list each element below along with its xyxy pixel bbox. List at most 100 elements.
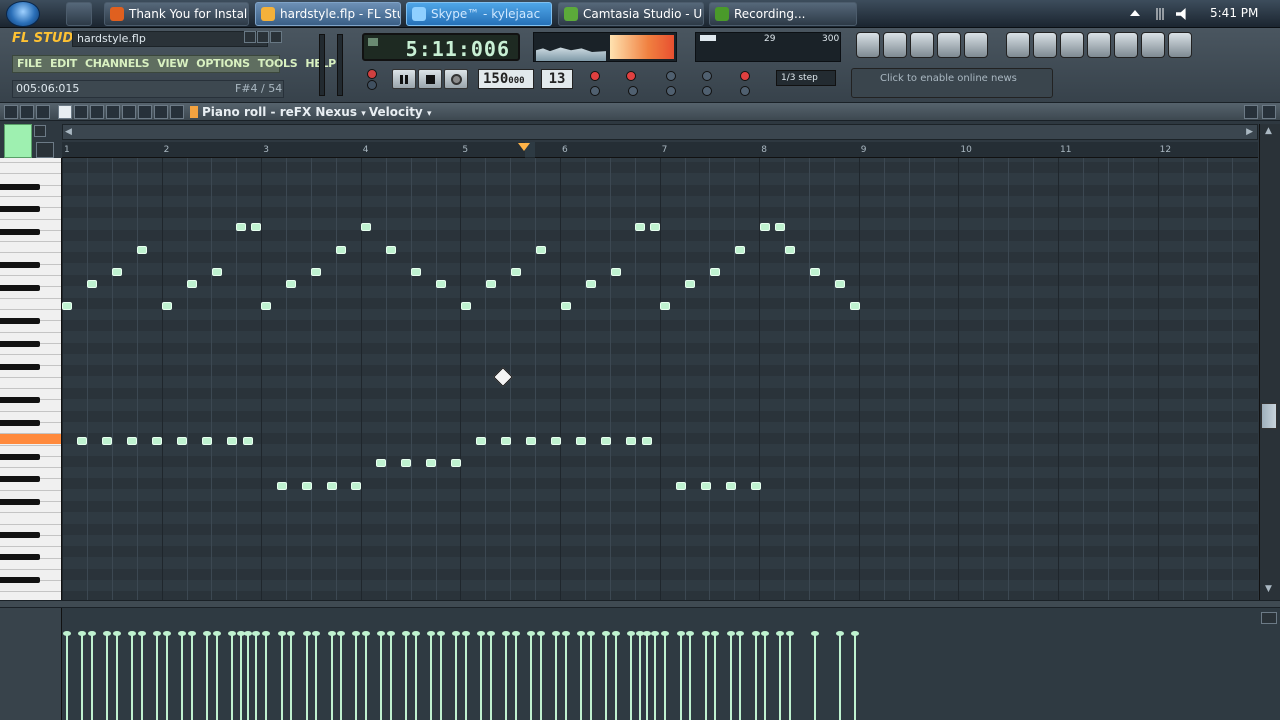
note[interactable] (102, 437, 112, 445)
start-button[interactable] (6, 1, 40, 27)
velocity-handle[interactable] (262, 631, 270, 636)
velocity-bar[interactable] (331, 634, 333, 720)
playback-icon[interactable] (170, 105, 184, 119)
velocity-handle[interactable] (328, 631, 336, 636)
velocity-bar[interactable] (91, 634, 93, 720)
note[interactable] (376, 459, 386, 467)
velocity-bar[interactable] (664, 634, 666, 720)
velocity-bar[interactable] (515, 634, 517, 720)
velocity-bar[interactable] (231, 634, 233, 720)
note-grid[interactable] (62, 158, 1258, 600)
note[interactable] (576, 437, 586, 445)
timeline-ruler[interactable]: 1 2 3 4 5 6 7 8 9 10 11 12 (62, 142, 1258, 158)
note[interactable] (486, 280, 496, 288)
velocity-handle[interactable] (213, 631, 221, 636)
note[interactable] (302, 482, 312, 490)
piano-roll-title[interactable]: Piano roll - reFX Nexus (202, 105, 357, 119)
velocity-handle[interactable] (452, 631, 460, 636)
velocity-bar[interactable] (265, 634, 267, 720)
velocity-bar[interactable] (839, 634, 841, 720)
note[interactable] (476, 437, 486, 445)
velocity-bar[interactable] (714, 634, 716, 720)
velocity-handle[interactable] (78, 631, 86, 636)
velocity-bar[interactable] (465, 634, 467, 720)
velocity-lane[interactable] (0, 608, 1280, 720)
note[interactable] (277, 482, 287, 490)
note[interactable] (426, 459, 436, 467)
black-key[interactable] (0, 364, 40, 370)
note[interactable] (162, 302, 172, 310)
note[interactable] (436, 280, 446, 288)
piano-roll-icon[interactable] (910, 32, 934, 58)
note[interactable] (451, 459, 461, 467)
velocity-handle[interactable] (303, 631, 311, 636)
note[interactable] (336, 246, 346, 254)
menu-tools[interactable]: TOOLS (254, 56, 302, 72)
menu-options[interactable]: OPTIONS (192, 56, 253, 72)
horizontal-scrollbar[interactable]: ◀ ▶ (62, 124, 1258, 140)
velocity-bar[interactable] (565, 634, 567, 720)
note[interactable] (227, 437, 237, 445)
event-splitter[interactable] (0, 600, 1280, 608)
taskbar-tab-camtasia[interactable]: Camtasia Studio - U... (558, 2, 704, 26)
note[interactable] (660, 302, 670, 310)
volume-icon[interactable] (1176, 8, 1186, 20)
velocity-bar[interactable] (555, 634, 557, 720)
black-key[interactable] (0, 577, 40, 583)
velocity-handle[interactable] (244, 631, 252, 636)
velocity-bar[interactable] (814, 634, 816, 720)
velocity-bar[interactable] (281, 634, 283, 720)
black-key[interactable] (0, 554, 40, 560)
velocity-bar[interactable] (255, 634, 257, 720)
velocity-handle[interactable] (228, 631, 236, 636)
note[interactable] (726, 482, 736, 490)
velocity-bar[interactable] (755, 634, 757, 720)
taskbar-tab-fl-studio[interactable]: hardstyle.flp - FL Stu... (255, 2, 401, 26)
step-edit-led[interactable] (666, 71, 676, 81)
scroll-right-icon[interactable]: ▶ (1246, 127, 1253, 137)
menu-file[interactable]: FILE (13, 56, 46, 72)
pattern-number[interactable]: 13 (541, 69, 573, 89)
note[interactable] (236, 223, 246, 231)
note[interactable] (676, 482, 686, 490)
note[interactable] (650, 223, 660, 231)
velocity-bar[interactable] (705, 634, 707, 720)
velocity-bar[interactable] (530, 634, 532, 720)
velocity-handle[interactable] (752, 631, 760, 636)
select-icon[interactable] (138, 105, 152, 119)
velocity-handle[interactable] (352, 631, 360, 636)
note[interactable] (386, 246, 396, 254)
close-icon[interactable] (1262, 105, 1276, 119)
velocity-handle[interactable] (427, 631, 435, 636)
velocity-handle[interactable] (537, 631, 545, 636)
velocity-handle[interactable] (188, 631, 196, 636)
slice-icon[interactable] (122, 105, 136, 119)
velocity-bar[interactable] (739, 634, 741, 720)
black-key[interactable] (0, 397, 40, 403)
note[interactable] (551, 437, 561, 445)
note[interactable] (526, 437, 536, 445)
tools-icon[interactable] (1087, 32, 1111, 58)
velocity-handle[interactable] (661, 631, 669, 636)
help-icon[interactable] (1168, 32, 1192, 58)
playlist-icon[interactable] (856, 32, 880, 58)
velocity-bar[interactable] (730, 634, 732, 720)
velocity-bar[interactable] (630, 634, 632, 720)
black-key[interactable] (0, 206, 40, 212)
velocity-handle[interactable] (612, 631, 620, 636)
velocity-handle[interactable] (63, 631, 71, 636)
velocity-bar[interactable] (365, 634, 367, 720)
tray-expand-icon[interactable] (1130, 10, 1140, 16)
velocity-bar[interactable] (455, 634, 457, 720)
note[interactable] (536, 246, 546, 254)
menu-arrow-icon[interactable] (4, 105, 18, 119)
metronome-led[interactable] (590, 71, 600, 81)
typing-keyboard-led[interactable] (740, 71, 750, 81)
search-icon[interactable] (1114, 32, 1138, 58)
velocity-handle[interactable] (128, 631, 136, 636)
note[interactable] (511, 268, 521, 276)
black-key[interactable] (0, 285, 40, 291)
velocity-handle[interactable] (178, 631, 186, 636)
note[interactable] (212, 268, 222, 276)
velocity-handle[interactable] (851, 631, 859, 636)
